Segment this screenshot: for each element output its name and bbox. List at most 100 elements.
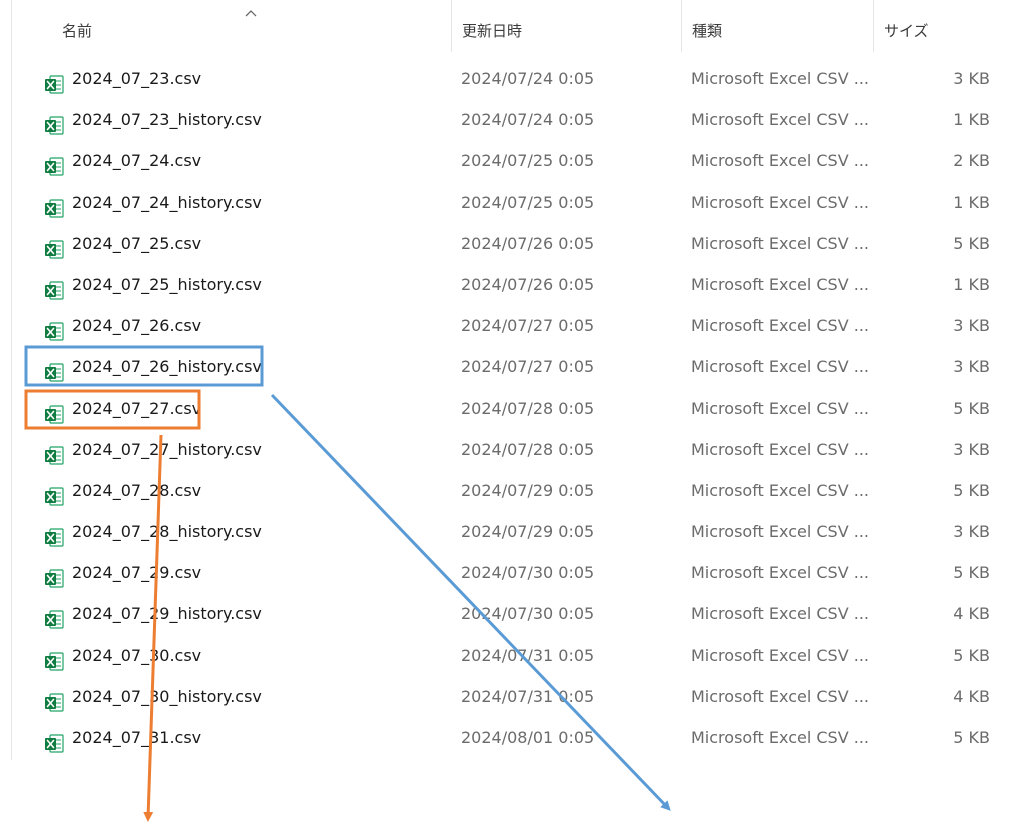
file-list: 2024_07_23.csv 2024/07/24 0:05 Microsoft E…	[12, 58, 1002, 758]
file-row[interactable]: 2024_07_28_history.csv 2024/07/29 0:05 Mic…	[12, 511, 1002, 552]
file-name: 2024_07_27_history.csv	[72, 439, 262, 459]
file-name: 2024_07_25.csv	[72, 233, 202, 253]
excel-csv-icon	[44, 687, 64, 712]
file-date-modified: 2024/07/26 0:05	[461, 233, 595, 253]
file-name: 2024_07_29.csv	[72, 563, 202, 583]
column-header-name[interactable]: 名前	[12, 0, 452, 52]
file-type: Microsoft Excel CSV ...	[691, 398, 869, 418]
excel-csv-icon	[44, 357, 64, 382]
file-type: Microsoft Excel CSV ...	[691, 604, 869, 624]
file-row[interactable]: 2024_07_23.csv 2024/07/24 0:05 Microsoft E…	[12, 58, 1002, 99]
excel-csv-icon	[44, 69, 64, 94]
file-size: 1 KB	[953, 192, 990, 212]
file-row[interactable]: 2024_07_26_history.csv 2024/07/27 0:05 Mic…	[12, 346, 1002, 387]
file-size: 2 KB	[953, 151, 990, 171]
file-size: 5 KB	[953, 645, 990, 665]
file-size: 3 KB	[953, 316, 990, 336]
file-row[interactable]: 2024_07_28.csv 2024/07/29 0:05 Microsoft E…	[12, 470, 1002, 511]
file-type: Microsoft Excel CSV ...	[691, 480, 869, 500]
file-date-modified: 2024/07/29 0:05	[461, 480, 595, 500]
file-size: 3 KB	[953, 69, 990, 88]
file-date-modified: 2024/07/28 0:05	[461, 439, 595, 459]
file-name: 2024_07_23_history.csv	[72, 110, 262, 130]
file-row[interactable]: 2024_07_29.csv 2024/07/30 0:05 Microsoft E…	[12, 552, 1002, 593]
file-type: Microsoft Excel CSV ...	[691, 110, 869, 130]
file-name: 2024_07_30.csv	[72, 645, 202, 665]
file-date-modified: 2024/07/30 0:05	[461, 604, 595, 624]
excel-csv-icon	[44, 604, 64, 630]
column-header-date[interactable]: 更新日時	[452, 0, 682, 52]
file-name: 2024_07_23.csv	[72, 69, 202, 88]
file-row[interactable]: 2024_07_24.csv 2024/07/25 0:05 Microsoft E…	[12, 140, 1002, 181]
file-row[interactable]: 2024_07_23_history.csv 2024/07/24 0:05 Mic…	[12, 99, 1002, 140]
file-name: 2024_07_28.csv	[72, 480, 202, 500]
excel-csv-icon	[44, 481, 64, 506]
file-date-modified: 2024/07/25 0:05	[461, 192, 595, 212]
column-header-bar: 名前 更新日時 種類 サイズ	[12, 0, 1002, 52]
file-size: 3 KB	[953, 357, 990, 377]
file-name: 2024_07_26_history.csv	[72, 357, 262, 377]
excel-csv-icon	[44, 399, 64, 424]
file-row[interactable]: 2024_07_25_history.csv 2024/07/26 0:05 Mic…	[12, 264, 1002, 305]
excel-csv-icon	[44, 316, 64, 341]
chevron-up-icon	[245, 10, 257, 17]
file-type: Microsoft Excel CSV ...	[691, 233, 869, 253]
excel-csv-icon	[44, 563, 64, 588]
file-row[interactable]: 2024_07_31.csv 2024/08/01 0:05 Microsoft E…	[12, 717, 1002, 758]
file-date-modified: 2024/07/24 0:05	[461, 110, 595, 130]
file-date-modified: 2024/07/31 0:05	[461, 645, 595, 665]
excel-csv-icon	[44, 275, 64, 300]
file-row[interactable]: 2024_07_30_history.csv 2024/07/31 0:05 Mic…	[12, 676, 1002, 717]
file-row[interactable]: 2024_07_26.csv 2024/07/27 0:05 Microsoft E…	[12, 305, 1002, 346]
file-size: 4 KB	[953, 686, 990, 706]
file-type: Microsoft Excel CSV ...	[691, 728, 869, 747]
column-header-size[interactable]: サイズ	[874, 0, 1002, 52]
file-row[interactable]: 2024_07_27.csv 2024/07/28 0:05 Microsoft E…	[12, 388, 1002, 429]
column-header-type[interactable]: 種類	[682, 0, 874, 52]
file-type: Microsoft Excel CSV ...	[691, 192, 869, 212]
file-size: 5 KB	[953, 480, 990, 500]
file-date-modified: 2024/07/24 0:05	[461, 69, 595, 88]
file-type: Microsoft Excel CSV ...	[691, 151, 869, 171]
file-date-modified: 2024/07/29 0:05	[461, 522, 595, 542]
excel-csv-icon	[44, 522, 64, 547]
file-date-modified: 2024/07/30 0:05	[461, 563, 595, 583]
file-row[interactable]: 2024_07_29_history.csv 2024/07/30 0:05 Mic…	[12, 593, 1002, 634]
file-date-modified: 2024/07/27 0:05	[461, 357, 595, 377]
file-size: 5 KB	[953, 398, 990, 418]
file-date-modified: 2024/07/27 0:05	[461, 316, 595, 336]
file-row[interactable]: 2024_07_30.csv 2024/07/31 0:05 Microsoft E…	[12, 635, 1002, 676]
file-name: 2024_07_30_history.csv	[72, 686, 262, 706]
file-size: 1 KB	[953, 110, 990, 130]
file-type: Microsoft Excel CSV ...	[691, 274, 869, 294]
excel-csv-icon	[44, 440, 64, 465]
file-name: 2024_07_24.csv	[72, 151, 202, 171]
file-size: 5 KB	[953, 233, 990, 253]
file-row[interactable]: 2024_07_27_history.csv 2024/07/28 0:05 Mic…	[12, 429, 1002, 470]
file-size: 4 KB	[953, 604, 990, 624]
file-date-modified: 2024/07/26 0:05	[461, 274, 595, 294]
file-size: 1 KB	[953, 274, 990, 294]
file-size: 5 KB	[953, 563, 990, 583]
file-row[interactable]: 2024_07_24_history.csv 2024/07/25 0:05 Mic…	[12, 182, 1002, 223]
file-date-modified: 2024/08/01 0:05	[461, 728, 595, 747]
file-type: Microsoft Excel CSV ...	[691, 316, 869, 336]
file-explorer: 名前 更新日時 種類 サイズ 2024_07_23.csv 2024/07/24 …	[0, 0, 1016, 835]
file-name: 2024_07_31.csv	[72, 728, 202, 747]
file-name: 2024_07_26.csv	[72, 316, 202, 336]
file-size: 3 KB	[953, 439, 990, 459]
excel-csv-icon	[44, 193, 64, 218]
file-row[interactable]: 2024_07_25.csv 2024/07/26 0:05 Microsoft E…	[12, 223, 1002, 264]
file-size: 3 KB	[953, 522, 990, 542]
excel-csv-icon	[44, 234, 64, 259]
file-name: 2024_07_27.csv	[72, 398, 202, 418]
excel-csv-icon	[44, 728, 64, 753]
file-name: 2024_07_28_history.csv	[72, 522, 262, 542]
file-type: Microsoft Excel CSV ...	[691, 686, 869, 706]
excel-csv-icon	[44, 110, 64, 135]
file-size: 5 KB	[953, 728, 990, 747]
file-name: 2024_07_24_history.csv	[72, 192, 262, 212]
file-type: Microsoft Excel CSV ...	[691, 69, 869, 88]
file-type: Microsoft Excel CSV ...	[691, 357, 869, 377]
file-type: Microsoft Excel CSV ...	[691, 522, 869, 542]
